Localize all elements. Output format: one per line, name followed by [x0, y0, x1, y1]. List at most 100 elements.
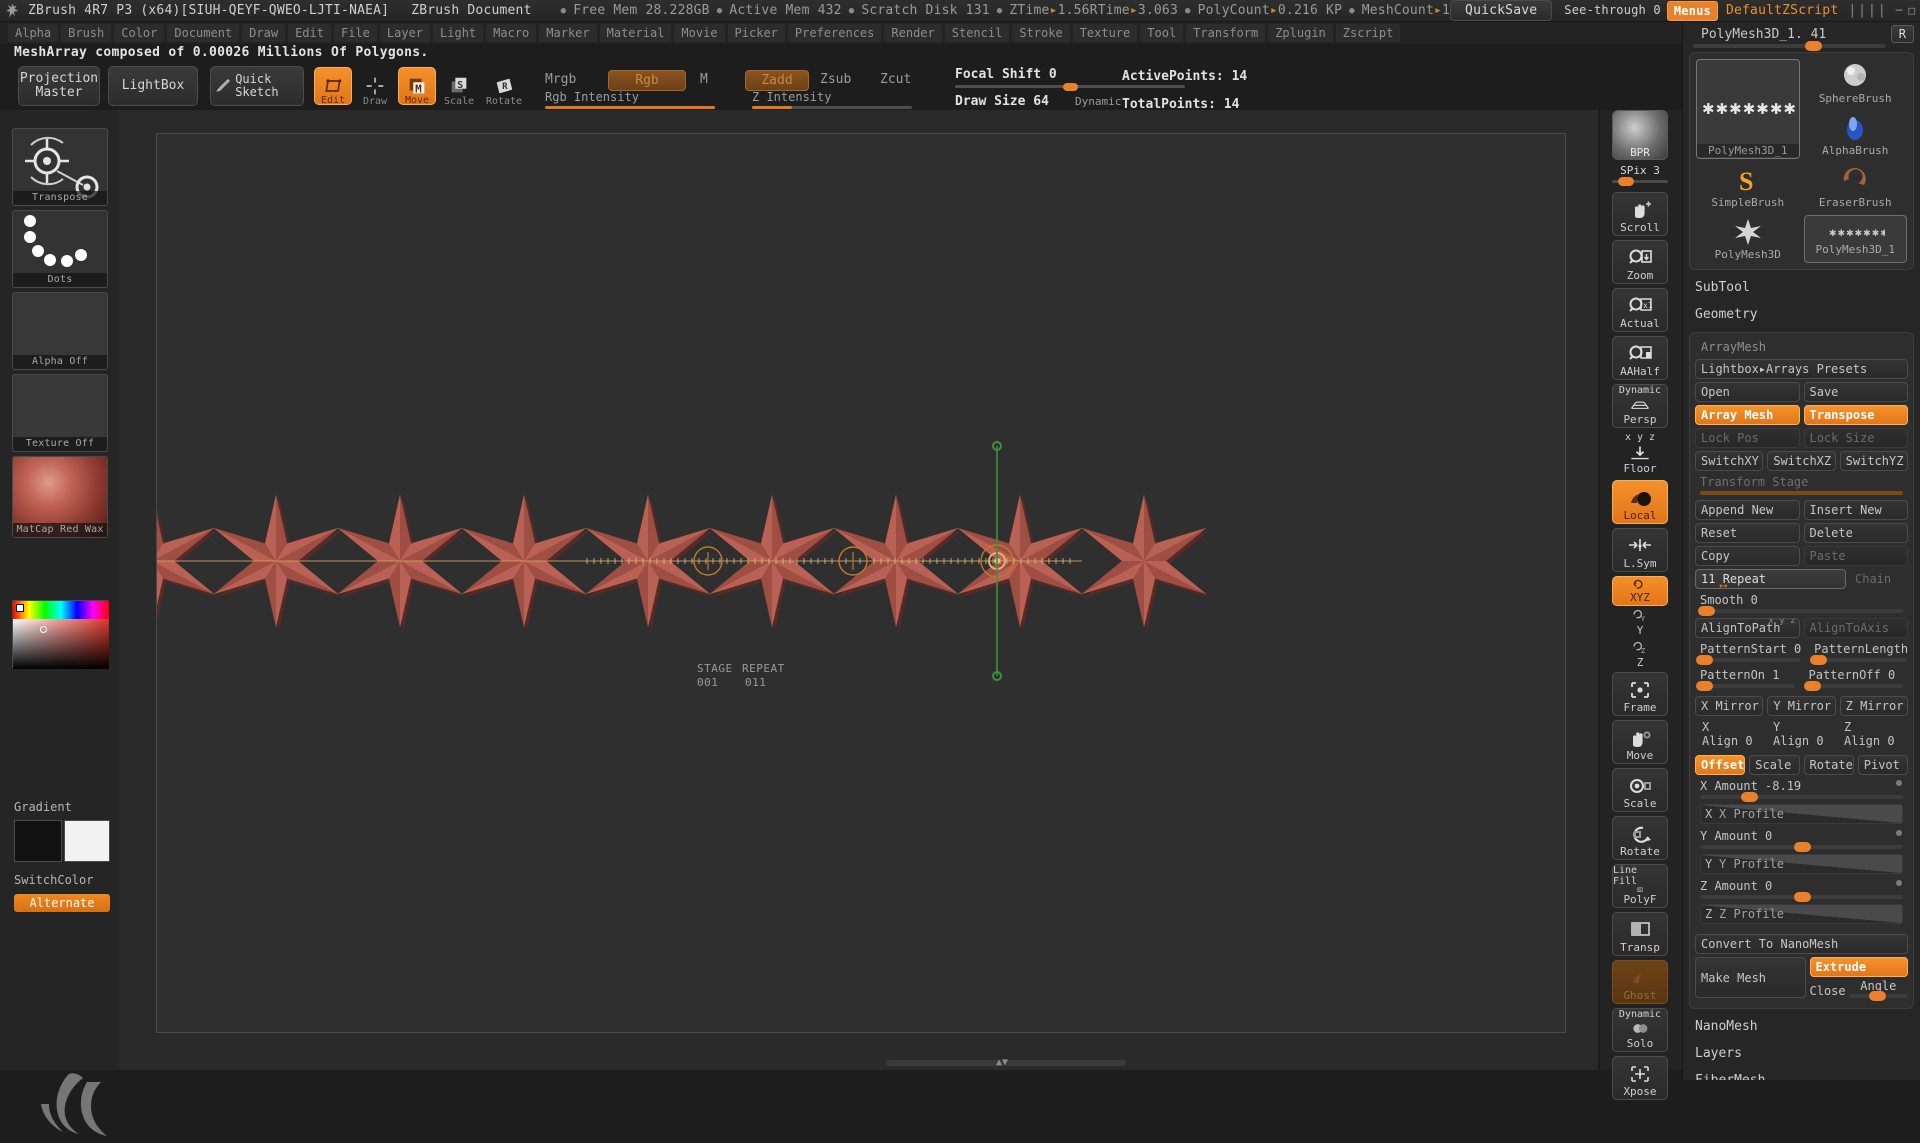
x-align-label[interactable]: X Align 0 [1697, 719, 1764, 748]
alternate-button[interactable]: Alternate [14, 894, 110, 912]
rail-button-y[interactable]: YY [1612, 608, 1668, 638]
menu-item-stroke[interactable]: Stroke [1012, 24, 1070, 42]
accordion-nanomesh[interactable]: NanoMesh [1683, 1013, 1920, 1040]
zsub-button[interactable]: Zsub [820, 72, 851, 87]
menu-item-preferences[interactable]: Preferences [787, 24, 882, 42]
material-slot[interactable]: MatCap Red Wax [12, 456, 108, 538]
menu-item-alpha[interactable]: Alpha [8, 24, 59, 42]
tool-size-slider[interactable] [1693, 41, 1886, 51]
alpha-slot[interactable]: Alpha Off [12, 292, 108, 370]
rail-button-scroll[interactable]: Scroll [1612, 192, 1668, 236]
accordion-fibermesh[interactable]: FiberMesh [1683, 1067, 1920, 1080]
menu-item-macro[interactable]: Macro [486, 24, 537, 42]
see-through-slider[interactable]: See-through 0 [1564, 3, 1661, 18]
zadd-button[interactable]: Zadd [745, 70, 809, 91]
menu-item-zscript[interactable]: Zscript [1335, 24, 1401, 42]
make-mesh-button[interactable]: Make Mesh [1695, 957, 1806, 998]
texture-slot[interactable]: Texture Off [12, 374, 108, 452]
reset-dot-icon[interactable] [1896, 780, 1902, 786]
y-align-label[interactable]: Y Align 0 [1768, 719, 1835, 748]
secondary-color-swatch[interactable] [64, 820, 110, 862]
tab-pivot[interactable]: Pivot [1857, 755, 1908, 775]
smooth-slider[interactable] [1698, 606, 1903, 616]
menu-item-brush[interactable]: Brush [61, 24, 112, 42]
reset-button[interactable]: Reset [1695, 523, 1800, 543]
zcut-button[interactable]: Zcut [880, 72, 911, 87]
menu-item-stencil[interactable]: Stencil [944, 24, 1010, 42]
switch-xy-button[interactable]: SwitchXY [1695, 451, 1764, 471]
array-mesh-toggle[interactable]: Array Mesh [1695, 405, 1800, 425]
z-mirror-button[interactable]: Z Mirror [1839, 696, 1908, 716]
menu-item-zplugin[interactable]: Zplugin [1268, 24, 1333, 42]
tool-thumb-polymesh3d-1[interactable]: ✱✱✱✱✱✱✱✱ PolyMesh3D_1 [1803, 215, 1907, 263]
accordion-layers[interactable]: Layers [1683, 1040, 1920, 1067]
viewport-canvas[interactable]: STAGE 001 REPEAT 011 [89, 133, 1566, 1033]
saturation-value-square[interactable] [13, 619, 109, 669]
menu-item-file[interactable]: File [333, 24, 377, 42]
menu-item-texture[interactable]: Texture [1072, 24, 1138, 42]
rail-button-l-sym[interactable]: L.Sym [1612, 528, 1668, 572]
minimize-button[interactable]: ─ [1896, 4, 1903, 17]
color-picker[interactable] [12, 600, 109, 669]
lock-pos-button[interactable]: Lock Pos [1695, 428, 1800, 448]
brush-slot-transpose[interactable]: Transpose [12, 128, 108, 206]
z-align-label[interactable]: Z Align 0 [1839, 719, 1906, 748]
rail-button-solo[interactable]: Dynamic Solo [1612, 1008, 1668, 1052]
rail-button-xpose[interactable]: Xpose [1612, 1056, 1668, 1100]
x-profile-curve[interactable]: XX Profile [1700, 804, 1903, 824]
repeat-slider[interactable]: 11 Repeat ⟷ [1695, 569, 1846, 592]
rail-button-persp[interactable]: Dynamic Persp [1612, 384, 1668, 428]
reset-dot-icon[interactable] [1896, 830, 1902, 836]
transform-stage-slider[interactable] [1700, 491, 1903, 495]
switch-color-label[interactable]: SwitchColor [14, 873, 93, 887]
projection-master-button[interactable]: Projection Master [18, 66, 100, 106]
maximize-button[interactable]: □ [1908, 4, 1915, 17]
spix-slider[interactable] [1612, 177, 1668, 186]
tool-thumb-simplebrush[interactable]: S SimpleBrush [1696, 163, 1800, 211]
rail-button-ghost[interactable]: Ghost [1612, 960, 1668, 1004]
menu-item-marker[interactable]: Marker [539, 24, 597, 42]
x-mirror-button[interactable]: X Mirror [1695, 696, 1764, 716]
scale-mode-button[interactable]: S Scale [440, 67, 478, 107]
rgb-button[interactable]: Rgb [608, 70, 686, 91]
x-amount-slider[interactable] [1700, 792, 1903, 802]
rail-button-move[interactable]: Move [1612, 720, 1668, 764]
menu-item-color[interactable]: Color [114, 24, 165, 42]
extrude-button[interactable]: Extrude [1809, 957, 1908, 977]
tab-rotate[interactable]: Rotate [1803, 755, 1854, 775]
menu-item-document[interactable]: Document [167, 24, 240, 42]
save-button[interactable]: Save [1803, 382, 1908, 402]
y-amount-slider[interactable] [1700, 842, 1903, 852]
rail-button-z[interactable]: ZZ [1612, 640, 1668, 670]
copy-button[interactable]: Copy [1695, 546, 1800, 566]
menu-item-tool[interactable]: Tool [1140, 24, 1184, 42]
switch-yz-button[interactable]: SwitchYZ [1839, 451, 1908, 471]
tool-thumb-eraserbrush[interactable]: EraserBrush [1804, 163, 1908, 211]
menu-item-transform[interactable]: Transform [1186, 24, 1266, 42]
hue-strip[interactable] [13, 601, 109, 619]
lightbox-button[interactable]: LightBox [108, 66, 198, 106]
tool-thumb-polymesh3d[interactable]: PolyMesh3D [1696, 215, 1800, 263]
draw-mode-button[interactable]: Draw [356, 67, 394, 107]
accordion-subtool[interactable]: SubTool [1683, 274, 1920, 301]
move-mode-button[interactable]: M Move [398, 67, 436, 106]
align-to-path-button[interactable]: AlignToPath x y z [1695, 618, 1800, 638]
rgb-intensity-slider[interactable] [545, 106, 715, 109]
rail-button-zoom[interactable]: Zoom [1612, 240, 1668, 284]
mrgb-button[interactable]: Mrgb [545, 72, 576, 87]
chain-button[interactable]: Chain [1850, 570, 1908, 588]
close-button[interactable]: Close [1810, 984, 1846, 998]
switch-xz-button[interactable]: SwitchXZ [1767, 451, 1836, 471]
quick-sketch-button[interactable]: Quick Sketch [210, 66, 304, 106]
tab-offset[interactable]: Offset [1695, 755, 1746, 775]
rail-button-xyz[interactable]: XYZ [1612, 576, 1668, 606]
menu-item-render[interactable]: Render [884, 24, 942, 42]
transpose-toggle[interactable]: Transpose [1803, 405, 1908, 425]
tab-scale[interactable]: Scale [1749, 755, 1800, 775]
tool-thumb-spherebrush[interactable]: SphereBrush [1804, 59, 1908, 107]
menu-item-draw[interactable]: Draw [242, 24, 286, 42]
menu-item-movie[interactable]: Movie [674, 24, 725, 42]
stroke-slot-dots[interactable]: Dots [12, 210, 108, 288]
edit-mode-button[interactable]: Edit [314, 67, 352, 106]
pattern-off-slider[interactable] [1804, 681, 1903, 691]
